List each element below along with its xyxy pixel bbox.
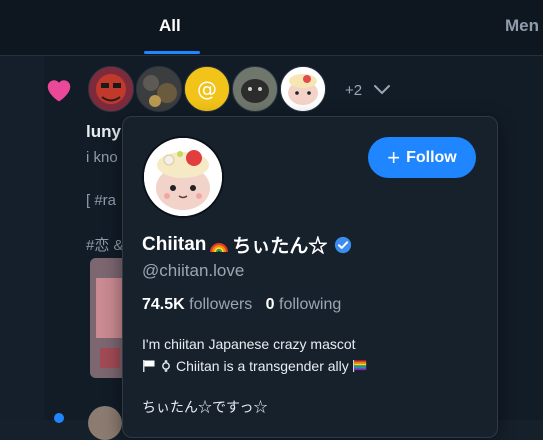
chevron-down-icon[interactable] [372, 79, 392, 99]
following-count[interactable]: 0 [266, 296, 275, 313]
followers-count[interactable]: 74.5K [142, 296, 185, 313]
post-author-name[interactable]: luny [86, 122, 121, 142]
post-text-line: [ #ra [86, 192, 117, 209]
active-tab-indicator [144, 51, 200, 54]
bio-line: Chiitan is a transgender ally [176, 358, 349, 374]
post-text-line: #恋 & [86, 237, 124, 254]
display-name-suffix: ちぃたん☆ [232, 236, 328, 257]
top-tab-bar: All Men [0, 0, 543, 56]
heart-icon [47, 80, 71, 102]
feed-left-gutter [0, 56, 44, 420]
svg-text:@: @ [197, 77, 217, 101]
verified-badge-icon [335, 236, 352, 253]
next-notification-avatar[interactable] [88, 406, 122, 440]
more-likers-count: +2 [345, 82, 363, 99]
tab-mentions[interactable]: Men [505, 16, 539, 36]
transgender-symbol-icon [162, 360, 170, 372]
liker-avatar[interactable] [280, 66, 326, 112]
bio-line-emoji-row: Chiitan is a transgender ally [142, 355, 368, 377]
liker-avatar[interactable]: @ [184, 66, 230, 112]
followers-label[interactable]: followers [189, 296, 252, 313]
liker-avatar[interactable] [232, 66, 278, 112]
follow-button-label: Follow [406, 148, 457, 166]
profile-avatar[interactable] [142, 136, 224, 218]
display-name-text: Chiitan [142, 233, 207, 255]
following-label[interactable]: following [279, 296, 341, 313]
rainbow-flag-icon [352, 360, 366, 372]
liker-avatar[interactable] [136, 66, 182, 112]
follow-button[interactable]: + Follow [368, 137, 476, 178]
profile-display-name[interactable]: Chiitan ちぃたん☆ [142, 231, 352, 258]
unread-dot [54, 413, 64, 423]
profile-bio: I'm chiitan Japanese crazy mascot Chiita… [142, 333, 368, 377]
post-text-line: i kno [86, 149, 118, 166]
profile-hover-card: + Follow Chiitan ちぃたん☆ @chiitan.love 74.… [122, 116, 498, 438]
post-image[interactable] [90, 258, 126, 378]
plus-icon: + [387, 144, 401, 170]
profile-stats: 74.5K followers 0 following [142, 296, 341, 314]
bio-line: ちぃたん☆ですっ☆ [142, 399, 268, 415]
profile-handle[interactable]: @chiitan.love [142, 261, 244, 281]
bio-line: I'm chiitan Japanese crazy mascot [142, 336, 356, 352]
white-flag-icon [143, 360, 155, 372]
liker-avatar[interactable] [88, 66, 134, 112]
tab-all[interactable]: All [159, 16, 181, 36]
rainbow-emoji-icon [210, 242, 229, 252]
